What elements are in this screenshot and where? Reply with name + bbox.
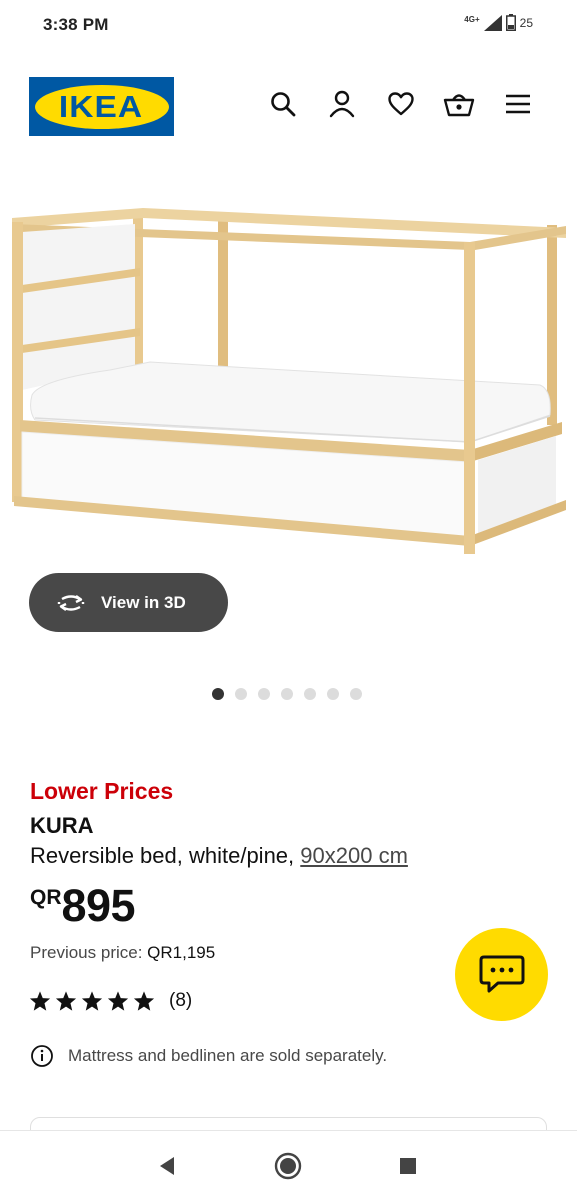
previous-price-value: QR1,195: [147, 943, 216, 962]
carousel-dot[interactable]: [235, 688, 247, 700]
carousel-dots: [212, 688, 362, 700]
system-nav-bar: [0, 1130, 577, 1200]
ikea-logo[interactable]: IKEA: [29, 77, 174, 136]
carousel-dot[interactable]: [281, 688, 293, 700]
carousel-dot[interactable]: [212, 688, 224, 700]
product-image[interactable]: [0, 180, 577, 570]
star-icon: [107, 991, 129, 1011]
logo-oval: IKEA: [34, 84, 169, 129]
account-icon[interactable]: [326, 88, 358, 120]
info-icon: [31, 1045, 53, 1067]
carousel-dot[interactable]: [258, 688, 270, 700]
review-count: (8): [169, 990, 193, 1011]
info-notice: Mattress and bedlinen are sold separatel…: [30, 1044, 387, 1068]
status-time: 3:38 PM: [43, 15, 109, 34]
view-in-3d-label: View in 3D: [101, 592, 186, 612]
logo-text: IKEA: [59, 88, 144, 124]
battery-icon: [505, 14, 516, 31]
home-icon[interactable]: [273, 1151, 303, 1181]
network-type: 4G+: [464, 15, 480, 24]
price-value: 895: [61, 880, 136, 931]
star-icon: [133, 991, 155, 1011]
product-description: Reversible bed, white/pine, 90x200 cm: [30, 843, 408, 869]
menu-icon[interactable]: [502, 88, 534, 120]
app-header: IKEA: [0, 70, 577, 142]
back-icon[interactable]: [152, 1151, 182, 1181]
battery-level: 25: [519, 15, 533, 30]
product-name: KURA: [30, 813, 94, 838]
promo-label: Lower Prices: [30, 778, 174, 804]
chat-icon: [479, 955, 524, 992]
carousel-dot[interactable]: [304, 688, 316, 700]
status-icons: 4G+ 25: [464, 14, 533, 31]
signal-icon: [483, 14, 502, 31]
recents-icon[interactable]: [393, 1151, 423, 1181]
star-icon: [55, 991, 77, 1011]
star-icon: [81, 991, 103, 1011]
view-in-3d-button[interactable]: View in 3D: [29, 573, 228, 632]
bed-illustration: [12, 208, 566, 554]
search-icon[interactable]: [267, 88, 299, 120]
chat-button[interactable]: [455, 928, 548, 1021]
carousel-dot[interactable]: [327, 688, 339, 700]
product-price: QR 895: [30, 880, 136, 932]
rating-stars[interactable]: (8): [29, 990, 192, 1012]
size-link[interactable]: 90x200 cm: [300, 843, 408, 868]
price-currency: QR: [30, 886, 62, 909]
star-icon: [29, 991, 51, 1011]
previous-price-label: Previous price:: [30, 943, 143, 962]
cart-icon[interactable]: [443, 88, 475, 120]
product-description-text: Reversible bed, white/pine,: [30, 843, 295, 868]
notice-text: Mattress and bedlinen are sold separatel…: [68, 1046, 388, 1065]
previous-price: Previous price: QR1,195: [30, 943, 215, 963]
heart-icon[interactable]: [385, 88, 417, 120]
status-bar: 3:38 PM 4G+ 25: [0, 0, 577, 52]
rotate-3d-icon: [57, 594, 85, 611]
carousel-dot[interactable]: [350, 688, 362, 700]
